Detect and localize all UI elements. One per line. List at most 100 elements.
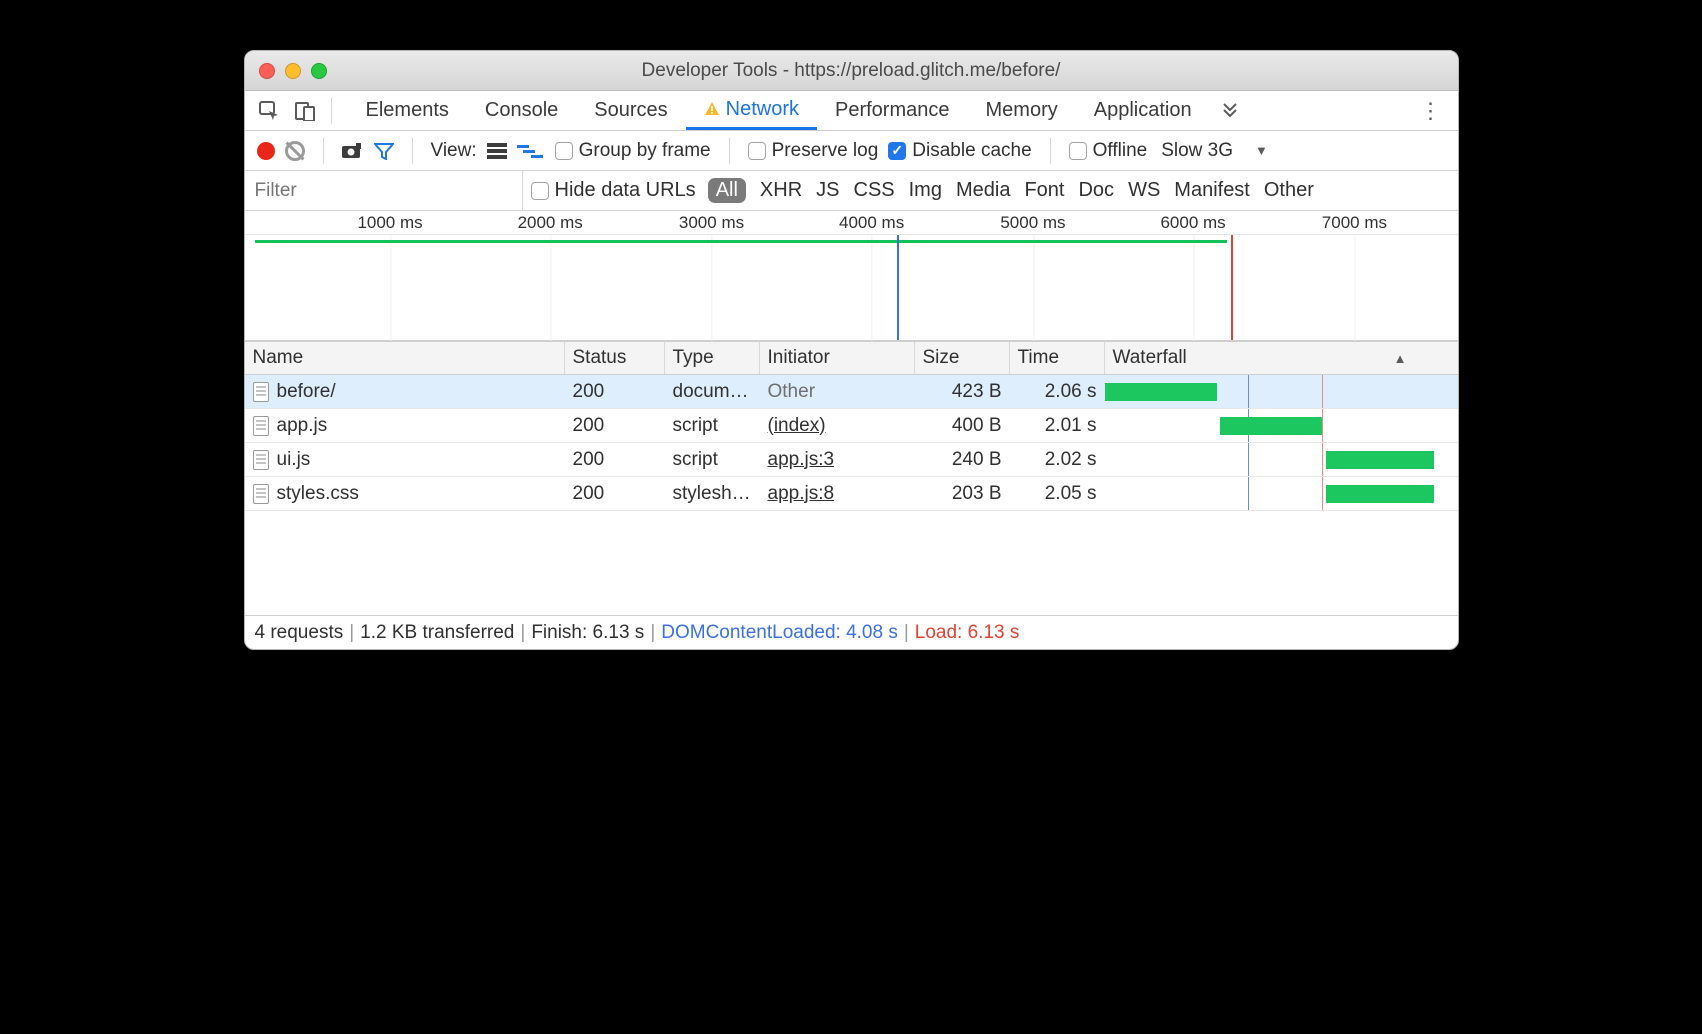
waterfall-bar — [1105, 383, 1217, 401]
table-body: before/200docum…Other423 B2.06 sapp.js20… — [245, 375, 1458, 615]
tab-application[interactable]: Application — [1076, 91, 1210, 130]
checkbox-box — [1069, 142, 1087, 160]
record-button[interactable] — [257, 142, 275, 160]
initiator-link: Other — [768, 381, 816, 403]
group-by-frame-checkbox[interactable]: Group by frame — [555, 140, 711, 162]
timeline-overview[interactable]: 1000 ms 2000 ms 3000 ms 4000 ms 5000 ms … — [245, 211, 1458, 341]
checkbox-box: ✓ — [888, 142, 906, 160]
separator: | — [650, 622, 655, 644]
cell-waterfall — [1105, 409, 1435, 442]
tick: 7000 ms — [1322, 213, 1387, 233]
tab-network[interactable]: Network — [686, 91, 817, 130]
table-row[interactable]: styles.css200stylesh…app.js:8203 B2.05 s — [245, 477, 1458, 511]
table-row[interactable]: app.js200script(index)400 B2.01 s — [245, 409, 1458, 443]
file-icon — [253, 450, 269, 470]
timeline-ticks: 1000 ms 2000 ms 3000 ms 4000 ms 5000 ms … — [245, 211, 1458, 235]
waterfall-bar — [1220, 417, 1322, 435]
tab-sources[interactable]: Sources — [576, 91, 685, 130]
window-title: Developer Tools - https://preload.glitch… — [259, 60, 1444, 82]
type-filter-img[interactable]: Img — [909, 179, 942, 202]
type-filter-all[interactable]: All — [708, 178, 746, 203]
file-icon — [253, 382, 269, 402]
tab-label: Elements — [366, 99, 449, 122]
initiator-link[interactable]: (index) — [768, 415, 826, 437]
col-time[interactable]: Time — [1010, 342, 1105, 374]
type-filters: All XHR JS CSS Img Media Font Doc WS Man… — [708, 178, 1314, 203]
disable-cache-checkbox[interactable]: ✓ Disable cache — [888, 140, 1031, 162]
large-rows-icon[interactable] — [487, 143, 507, 159]
cell-time: 2.02 s — [1010, 449, 1105, 471]
tab-label: Network — [726, 98, 799, 121]
cell-size: 240 B — [915, 449, 1010, 471]
col-waterfall[interactable]: Waterfall ▲ — [1105, 342, 1435, 374]
offline-checkbox[interactable]: Offline — [1069, 140, 1148, 162]
tab-label: Memory — [986, 99, 1058, 122]
tick: 1000 ms — [357, 213, 422, 233]
divider — [331, 98, 332, 124]
file-icon — [253, 416, 269, 436]
tab-memory[interactable]: Memory — [968, 91, 1076, 130]
col-type[interactable]: Type — [665, 342, 760, 374]
separator: | — [904, 622, 909, 644]
col-status[interactable]: Status — [565, 342, 665, 374]
tick: 6000 ms — [1160, 213, 1225, 233]
chevron-down-icon[interactable]: ▼ — [1255, 143, 1268, 158]
type-filter-manifest[interactable]: Manifest — [1174, 179, 1250, 202]
clear-button[interactable] — [285, 141, 305, 161]
maximize-icon[interactable] — [311, 63, 327, 79]
cell-initiator: app.js:3 — [760, 449, 915, 471]
overview-icon[interactable] — [517, 143, 545, 159]
throttling-select[interactable]: Slow 3G — [1161, 140, 1233, 162]
type-filter-media[interactable]: Media — [956, 179, 1010, 202]
table-row[interactable]: before/200docum…Other423 B2.06 s — [245, 375, 1458, 409]
initiator-link[interactable]: app.js:3 — [768, 449, 835, 471]
type-filter-css[interactable]: CSS — [854, 179, 895, 202]
hide-data-urls-checkbox[interactable]: Hide data URLs — [531, 179, 696, 202]
type-filter-font[interactable]: Font — [1024, 179, 1064, 202]
type-filter-ws[interactable]: WS — [1128, 179, 1160, 202]
cell-type: script — [665, 415, 760, 437]
type-filter-other[interactable]: Other — [1264, 179, 1314, 202]
filter-input[interactable] — [245, 171, 523, 210]
tab-performance[interactable]: Performance — [817, 91, 968, 130]
col-initiator[interactable]: Initiator — [760, 342, 915, 374]
separator: | — [349, 622, 354, 644]
cell-time: 2.05 s — [1010, 483, 1105, 505]
divider — [729, 138, 730, 164]
checkbox-label: Preserve log — [772, 140, 879, 162]
requests-table: Name Status Type Initiator Size Time Wat… — [245, 341, 1458, 615]
checkbox-label: Offline — [1093, 140, 1148, 162]
col-name[interactable]: Name — [245, 342, 565, 374]
table-header: Name Status Type Initiator Size Time Wat… — [245, 341, 1458, 375]
type-filter-xhr[interactable]: XHR — [760, 179, 802, 202]
cell-waterfall — [1105, 477, 1435, 510]
request-name: styles.css — [277, 483, 359, 505]
type-filter-js[interactable]: JS — [816, 179, 839, 202]
titlebar: Developer Tools - https://preload.glitch… — [245, 51, 1458, 91]
cell-type: script — [665, 449, 760, 471]
close-icon[interactable] — [259, 63, 275, 79]
preserve-log-checkbox[interactable]: Preserve log — [748, 140, 879, 162]
tab-console[interactable]: Console — [467, 91, 576, 130]
inspect-element-icon[interactable] — [251, 93, 287, 129]
tab-label: Application — [1094, 99, 1192, 122]
view-label: View: — [431, 140, 477, 162]
cell-name: before/ — [245, 381, 565, 403]
type-filter-doc[interactable]: Doc — [1078, 179, 1114, 202]
initiator-link[interactable]: app.js:8 — [768, 483, 835, 505]
minimize-icon[interactable] — [285, 63, 301, 79]
more-tabs-icon[interactable] — [1220, 98, 1240, 124]
col-size[interactable]: Size — [915, 342, 1010, 374]
settings-menu-icon[interactable]: ⋮ — [1420, 98, 1442, 124]
network-toolbar: View: Group by frame Preserve log ✓ Disa… — [245, 131, 1458, 171]
cell-status: 200 — [565, 381, 665, 403]
tab-elements[interactable]: Elements — [348, 91, 467, 130]
filter-toggle-icon[interactable] — [374, 142, 394, 160]
status-load: Load: 6.13 s — [915, 622, 1020, 644]
device-toolbar-icon[interactable] — [287, 93, 323, 129]
table-row[interactable]: ui.js200scriptapp.js:3240 B2.02 s — [245, 443, 1458, 477]
divider — [323, 138, 324, 164]
cell-waterfall — [1105, 443, 1435, 476]
screenshots-icon[interactable] — [342, 143, 364, 159]
devtools-tabbar: Elements Console Sources Network Perform… — [245, 91, 1458, 131]
